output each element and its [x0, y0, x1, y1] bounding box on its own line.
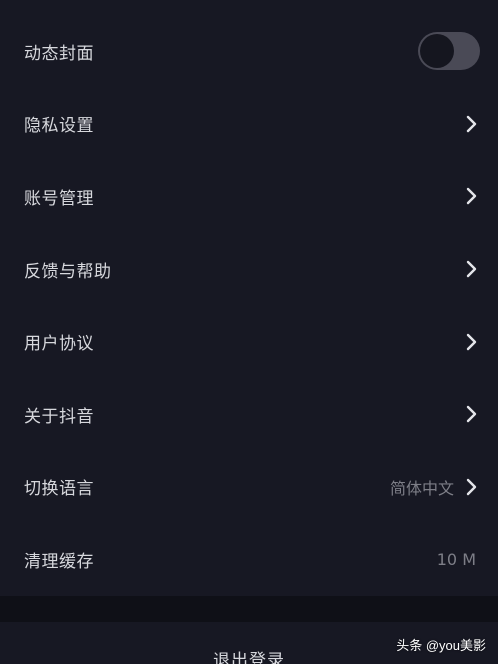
toggle-knob [420, 34, 454, 69]
setting-label: 反馈与帮助 [24, 261, 112, 282]
setting-row-agreement[interactable]: 用户协议 [0, 305, 498, 378]
section-divider [0, 596, 498, 622]
settings-list: 动态封面 隐私设置 账号管理 反馈与帮助 用户协议 关于抖音 切换语言 简体中文… [0, 15, 498, 596]
setting-label: 用户协议 [24, 334, 94, 355]
setting-row-feedback[interactable]: 反馈与帮助 [0, 233, 498, 306]
cache-size-value: 10 M [436, 549, 476, 569]
chevron-right-icon [464, 186, 478, 206]
setting-label: 隐私设置 [24, 116, 94, 137]
watermark: 头条 @you美影 [396, 638, 486, 653]
setting-row-dynamic-cover[interactable]: 动态封面 [0, 15, 498, 88]
language-value: 简体中文 [389, 478, 454, 498]
chevron-right-icon [464, 114, 478, 134]
chevron-right-icon [464, 332, 478, 352]
setting-row-privacy[interactable]: 隐私设置 [0, 88, 498, 161]
setting-label: 关于抖音 [24, 406, 94, 427]
setting-row-cache[interactable]: 清理缓存 10 M [0, 523, 498, 596]
setting-label: 切换语言 [24, 479, 94, 500]
chevron-right-icon [464, 404, 478, 424]
setting-label: 账号管理 [24, 188, 94, 209]
setting-row-language[interactable]: 切换语言 简体中文 [0, 451, 498, 524]
setting-row-account[interactable]: 账号管理 [0, 160, 498, 233]
setting-row-about[interactable]: 关于抖音 [0, 378, 498, 451]
dynamic-cover-toggle[interactable] [418, 32, 480, 71]
chevron-right-icon [464, 477, 478, 497]
setting-label: 清理缓存 [24, 551, 94, 572]
chevron-right-icon [464, 259, 478, 279]
setting-label: 动态封面 [24, 43, 94, 64]
